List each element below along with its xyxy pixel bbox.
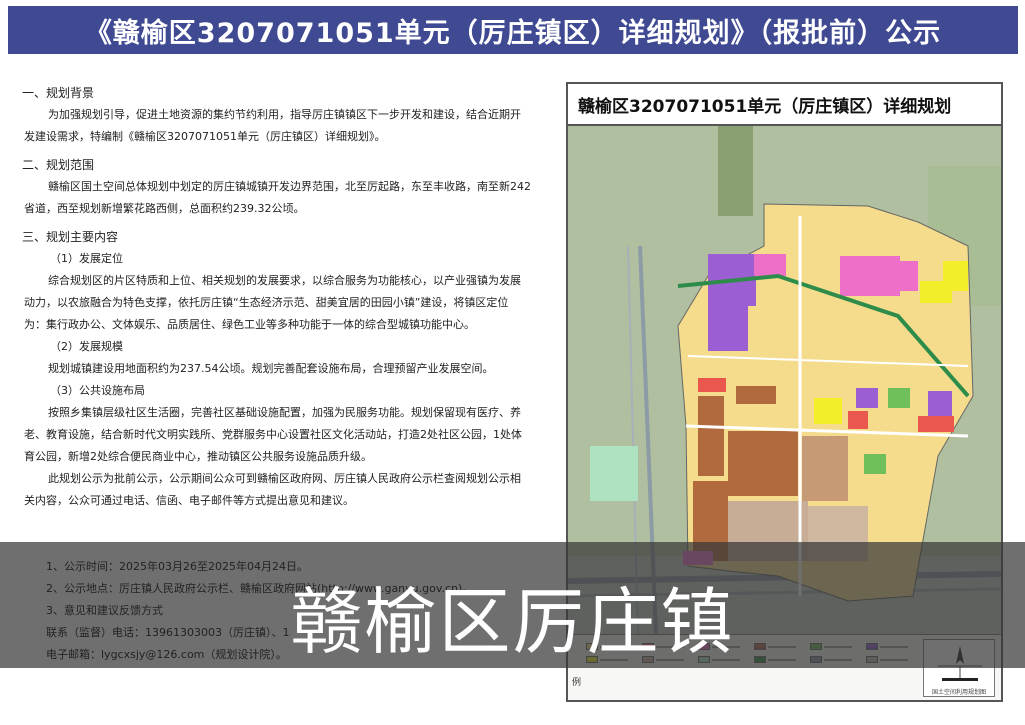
section-heading-scope: 二、规划范围: [22, 158, 95, 172]
commercial-block-e: [918, 416, 954, 432]
page-banner-title: 《赣榆区3207071051单元（厉庄镇区）详细规划》（报批前）公示: [8, 6, 1018, 54]
map-title: 赣榆区3207071051单元（厉庄镇区）详细规划: [568, 84, 1001, 126]
scope-text-1: 赣榆区国土空间总体规划中划定的厉庄镇城镇开发边界范围，北至厉起路，东至丰收路，南…: [48, 180, 531, 193]
map-caption: 国土空间利用规划图: [931, 689, 986, 696]
industrial-block-c1: [802, 436, 848, 501]
north-field-strip: [718, 126, 753, 216]
legend-title: 例: [572, 678, 582, 688]
sub-heading-positioning: （1）发展定位: [50, 252, 123, 265]
background-text-1: 为加强规划引导，促进土地资源的集约节约利用，指导厉庄镇镇区下一步开发和建设，结合…: [48, 108, 521, 121]
park-east: [888, 388, 910, 408]
section-heading-background: 一、规划背景: [22, 86, 95, 100]
section-heading-content: 三、规划主要内容: [22, 230, 119, 244]
school-block-west: [708, 306, 748, 351]
sub-heading-scale: （2）发展规模: [50, 340, 123, 353]
admin-block-c: [900, 261, 918, 291]
sub-heading-facilities: （3）公共设施布局: [50, 384, 145, 397]
announcement-body: 一、规划背景 为加强规划引导，促进土地资源的集约节约利用，指导厉庄镇镇区下一步开…: [22, 78, 560, 512]
industrial-block-w1: [698, 396, 724, 476]
facilities-text-1: 按照乡集镇层级社区生活圈，完善社区基础设施配置，加强为民服务功能。规划保留现有医…: [48, 406, 521, 419]
positioning-text-3: 为：集行政办公、文体娱乐、品质居住、绿色工业等多种功能于一体的综合型城镇功能中心…: [24, 318, 475, 331]
facilities-text-2: 老、教育设施，结合新时代文明实践所、党群服务中心设置社区文化活动站，打造2处社区…: [24, 428, 522, 441]
park-south: [864, 454, 886, 474]
notice-text-2: 关内容，公众可通过电话、信函、电子邮件等方式提出意见和建议。: [24, 494, 354, 507]
scope-text-2: 省道，西至规划新增繁花路西侧，总面积约239.32公顷。: [24, 202, 305, 215]
location-watermark: 赣榆区厉庄镇: [290, 579, 735, 664]
notice-text-1: 此规划公示为批前公示，公示期间公众可到赣榆区政府网、厉庄镇人民政府公示栏查阅规划…: [48, 472, 521, 485]
admin-block-a: [754, 254, 786, 276]
background-text-2: 发建设需求，特编制《赣榆区3207071051单元（厉庄镇区）详细规划》。: [24, 130, 386, 143]
public-block-ne2: [920, 281, 952, 303]
admin-block-b: [840, 256, 900, 296]
facilities-text-3: 育公园，新增2处综合便民商业中心，推动镇区公共服务设施品质升级。: [24, 450, 372, 463]
scale-text-1: 规划城镇建设用地面积约为237.54公顷。规划完善配套设施布局，合理预留产业发展…: [48, 362, 494, 375]
commercial-block-w: [698, 378, 726, 392]
industrial-block-n: [736, 386, 776, 404]
positioning-text-1: 综合规划区的片区特质和上位、相关规划的发展要求，以综合服务为功能核心，以产业强镇…: [48, 274, 521, 287]
public-block-c: [814, 398, 842, 424]
positioning-text-2: 动力，以农旅融合为特色支撑，依托厉庄镇“生态经济示范、甜美宜居的田园小镇”建设，…: [24, 296, 509, 309]
industrial-block-w2: [728, 431, 798, 496]
detached-plot-west: [590, 446, 638, 501]
school-block-c: [856, 388, 878, 408]
commercial-block-c: [848, 411, 868, 429]
